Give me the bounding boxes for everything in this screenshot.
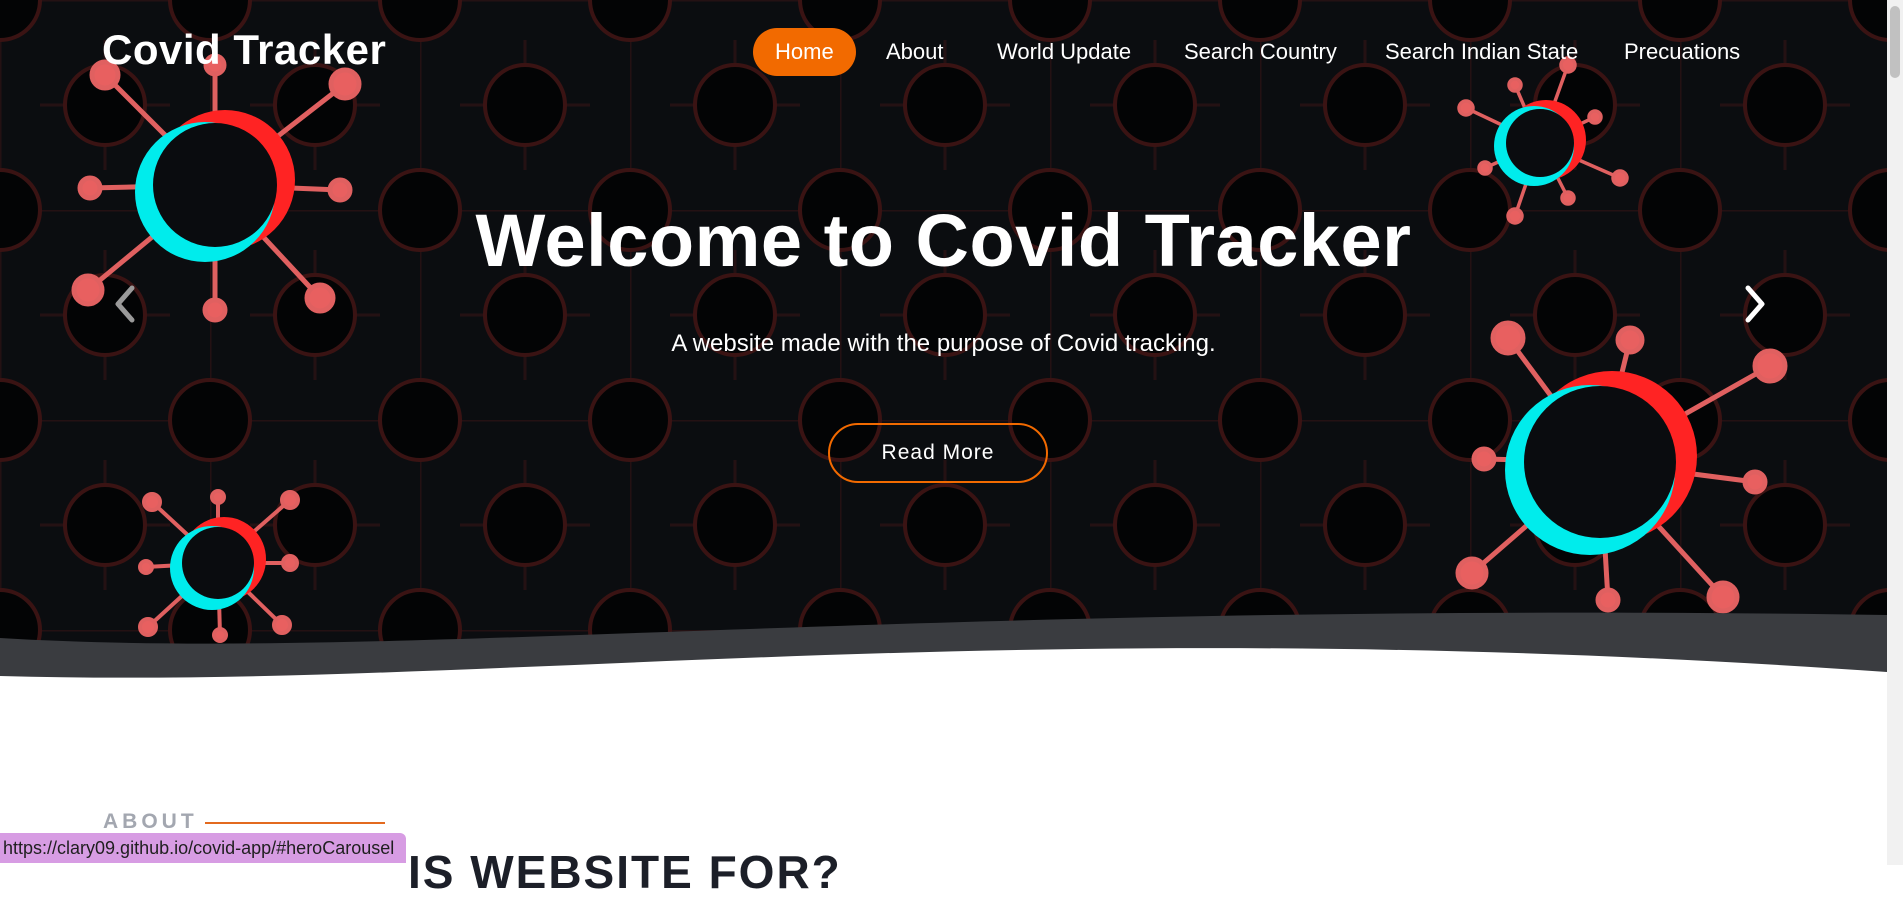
main-nav: Home About World Update Search Country S… [0, 28, 1887, 76]
hero-wave-divider [0, 612, 1887, 700]
about-section-label: ABOUT [103, 810, 198, 833]
hero-title: Welcome to Covid Tracker [475, 199, 1412, 282]
nav-home[interactable]: Home [753, 28, 856, 76]
read-more-button[interactable]: Read More [828, 423, 1048, 483]
scrollbar-thumb[interactable] [1890, 6, 1900, 78]
nav-search-country[interactable]: Search Country [1184, 28, 1337, 76]
nav-world-update[interactable]: World Update [997, 28, 1131, 76]
nav-about[interactable]: About [886, 28, 944, 76]
status-bar-url: https://clary09.github.io/covid-app/#her… [0, 833, 407, 863]
about-section-heading: IS WEBSITE FOR? [408, 846, 842, 898]
nav-precuations[interactable]: Precuations [1624, 28, 1740, 76]
nav-search-indian-state[interactable]: Search Indian State [1385, 28, 1578, 76]
hero-subtitle: A website made with the purpose of Covid… [671, 330, 1216, 357]
page-scrollbar[interactable] [1887, 0, 1903, 865]
chevron-right-icon [1745, 285, 1765, 323]
about-divider-line [205, 822, 385, 824]
carousel-next-button[interactable] [1734, 282, 1774, 326]
carousel-prev-button[interactable] [106, 282, 146, 326]
chevron-left-icon [115, 285, 135, 323]
